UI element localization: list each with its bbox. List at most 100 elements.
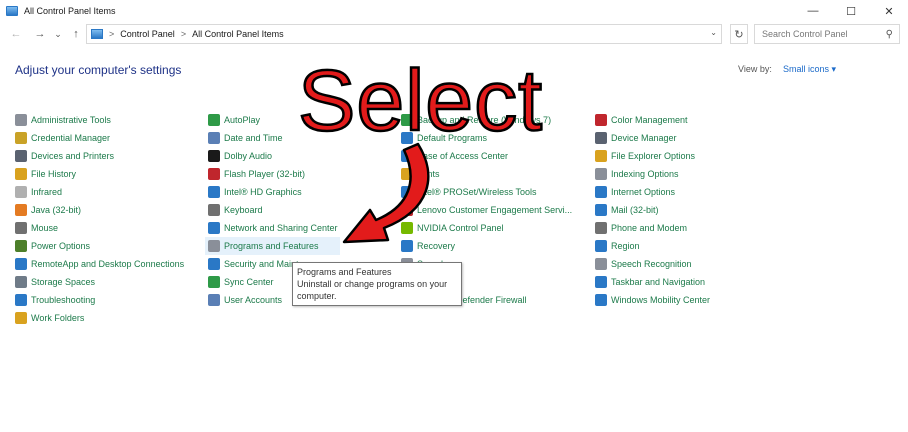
item-mail-32-bit[interactable]: Mail (32-bit) xyxy=(595,201,785,219)
up-button[interactable]: ↑ xyxy=(68,28,84,40)
item-label: Credential Manager xyxy=(31,133,111,143)
power-options-icon xyxy=(15,240,27,252)
item-label: Keyboard xyxy=(224,205,263,215)
item-device-manager[interactable]: Device Manager xyxy=(595,129,785,147)
window-title: All Control Panel Items xyxy=(24,6,116,16)
item-troubleshooting[interactable]: Troubleshooting xyxy=(15,291,205,309)
item-label: Devices and Printers xyxy=(31,151,115,161)
item-label: RemoteApp and Desktop Connections xyxy=(31,259,185,269)
item-label: Infrared xyxy=(31,187,63,197)
item-windows-mobility-center[interactable]: Windows Mobility Center xyxy=(595,291,785,309)
devices-and-printers-icon xyxy=(15,150,27,162)
item-credential-manager[interactable]: Credential Manager xyxy=(15,129,205,147)
title-bar: All Control Panel Items — ☐ ✕ xyxy=(0,0,908,22)
breadcrumb-control-panel[interactable]: Control Panel xyxy=(120,29,175,39)
item-file-history[interactable]: File History xyxy=(15,165,205,183)
sync-center-icon xyxy=(208,276,220,288)
item-label: Troubleshooting xyxy=(31,295,96,305)
remoteapp-and-desktop-connections-icon xyxy=(15,258,27,270)
internet-options-icon xyxy=(595,186,607,198)
phone-and-modem-icon xyxy=(595,222,607,234)
dolby-audio-icon xyxy=(208,150,220,162)
item-administrative-tools[interactable]: Administrative Tools xyxy=(15,111,205,129)
storage-spaces-icon xyxy=(15,276,27,288)
item-region[interactable]: Region xyxy=(595,237,785,255)
file-history-icon xyxy=(15,168,27,180)
keyboard-icon xyxy=(208,204,220,216)
item-speech-recognition[interactable]: Speech Recognition xyxy=(595,255,785,273)
control-panel-icon xyxy=(6,6,18,16)
tooltip-body: Uninstall or change programs on your com… xyxy=(297,279,448,301)
refresh-button[interactable]: ↻ xyxy=(730,24,748,44)
view-by-dropdown[interactable]: Small icons ▾ xyxy=(783,64,836,75)
item-label: User Accounts xyxy=(224,295,283,305)
item-label: Internet Options xyxy=(611,187,676,197)
item-power-options[interactable]: Power Options xyxy=(15,237,205,255)
item-color-management[interactable]: Color Management xyxy=(595,111,785,129)
items-column-1: Administrative Tools Credential Manager De… xyxy=(15,111,205,327)
taskbar-and-navigation-icon xyxy=(595,276,607,288)
java-32-bit-icon xyxy=(15,204,27,216)
item-label: File Explorer Options xyxy=(611,151,696,161)
back-button[interactable]: ← xyxy=(8,28,24,40)
item-label: Work Folders xyxy=(31,313,85,323)
item-infrared[interactable]: Infrared xyxy=(15,183,205,201)
item-label: Network and Sharing Center xyxy=(224,223,338,233)
chevron-down-icon[interactable]: ⌄ xyxy=(710,28,717,37)
item-label: Indexing Options xyxy=(611,169,679,179)
windows-mobility-center-icon xyxy=(595,294,607,306)
item-label: Phone and Modem xyxy=(611,223,688,233)
address-bar[interactable]: > Control Panel > All Control Panel Item… xyxy=(86,24,722,44)
item-remoteapp-and-desktop-connections[interactable]: RemoteApp and Desktop Connections xyxy=(15,255,205,273)
item-indexing-options[interactable]: Indexing Options xyxy=(595,165,785,183)
recent-locations-button[interactable]: ⌄ xyxy=(50,29,66,40)
work-folders-icon xyxy=(15,312,27,324)
search-input[interactable] xyxy=(762,29,880,39)
item-internet-options[interactable]: Internet Options xyxy=(595,183,785,201)
mail-32-bit-icon xyxy=(595,204,607,216)
item-label: Speech Recognition xyxy=(611,259,692,269)
device-manager-icon xyxy=(595,132,607,144)
item-label: Java (32-bit) xyxy=(31,205,82,215)
item-label: Programs and Features xyxy=(224,241,319,251)
item-label: Windows Mobility Center xyxy=(611,295,711,305)
search-box[interactable]: ⚲ xyxy=(754,24,900,44)
item-mouse[interactable]: Mouse xyxy=(15,219,205,237)
maximize-button[interactable]: ☐ xyxy=(832,0,870,22)
item-file-explorer-options[interactable]: File Explorer Options xyxy=(595,147,785,165)
forward-button[interactable]: → xyxy=(32,28,48,40)
item-programs-and-features[interactable]: Programs and Features xyxy=(205,237,340,255)
item-work-folders[interactable]: Work Folders xyxy=(15,309,205,327)
breadcrumb-all-items[interactable]: All Control Panel Items xyxy=(192,29,284,39)
item-label: Sync Center xyxy=(224,277,274,287)
intel-hd-graphics-icon xyxy=(208,186,220,198)
minimize-button[interactable]: — xyxy=(794,0,832,22)
annotation-select-text: Select xyxy=(297,53,544,149)
item-label: Administrative Tools xyxy=(31,115,111,125)
date-and-time-icon xyxy=(208,132,220,144)
item-label: Flash Player (32-bit) xyxy=(224,169,306,179)
region-icon xyxy=(595,240,607,252)
item-java-32-bit[interactable]: Java (32-bit) xyxy=(15,201,205,219)
close-button[interactable]: ✕ xyxy=(870,0,908,22)
search-icon[interactable]: ⚲ xyxy=(886,29,893,40)
item-taskbar-and-navigation[interactable]: Taskbar and Navigation xyxy=(595,273,785,291)
item-phone-and-modem[interactable]: Phone and Modem xyxy=(595,219,785,237)
item-label: AutoPlay xyxy=(224,115,261,125)
item-storage-spaces[interactable]: Storage Spaces xyxy=(15,273,205,291)
flash-player-32-bit-icon xyxy=(208,168,220,180)
item-label: Power Options xyxy=(31,241,91,251)
network-and-sharing-center-icon xyxy=(208,222,220,234)
control-panel-icon xyxy=(91,29,103,39)
mouse-icon xyxy=(15,222,27,234)
indexing-options-icon xyxy=(595,168,607,180)
item-devices-and-printers[interactable]: Devices and Printers xyxy=(15,147,205,165)
tooltip-title: Programs and Features xyxy=(297,267,392,277)
item-label: Region xyxy=(611,241,640,251)
annotation-arrow-icon xyxy=(342,142,430,244)
autoplay-icon xyxy=(208,114,220,126)
administrative-tools-icon xyxy=(15,114,27,126)
view-by-label: View by: xyxy=(738,64,772,74)
color-management-icon xyxy=(595,114,607,126)
security-and-maintenance-icon xyxy=(208,258,220,270)
